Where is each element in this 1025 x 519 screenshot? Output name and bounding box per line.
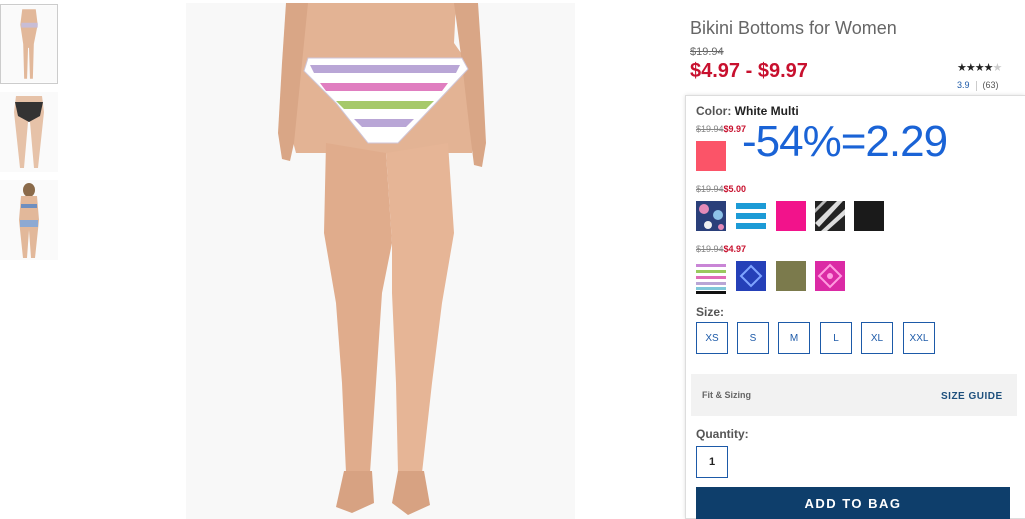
swatch-coral[interactable] (696, 141, 726, 171)
quantity-input[interactable]: 1 (696, 446, 728, 478)
tier-3-original-price: $19.94 (696, 244, 724, 254)
swatch-cobalt-geo[interactable] (736, 261, 766, 291)
product-title: Bikini Bottoms for Women (690, 18, 897, 38)
size-option-xl[interactable]: XL (861, 322, 893, 354)
main-product-image[interactable] (186, 3, 575, 519)
tier-1-original-price: $19.94 (696, 124, 724, 134)
swatch-olive[interactable] (776, 261, 806, 291)
selected-color-name: White Multi (734, 104, 799, 118)
thumbnail-black-bottom[interactable] (0, 92, 58, 172)
size-option-xxl[interactable]: XXL (903, 322, 935, 354)
rating-divider (975, 80, 977, 91)
discount-annotation: -54%=2.29 (742, 117, 948, 166)
rating-average[interactable]: 3.9 (957, 80, 970, 90)
original-price: $19.94 (690, 46, 724, 58)
swatch-navy-floral[interactable] (696, 201, 726, 231)
swatch-hot-pink[interactable] (776, 201, 806, 231)
color-label: Color: White Multi (696, 104, 799, 118)
tier-2-original-price: $19.94 (696, 184, 724, 194)
swatch-black[interactable] (854, 201, 884, 231)
fit-sizing-label: Fit & Sizing (702, 390, 751, 400)
price-tier-1: $19.94$9.97 (696, 124, 746, 134)
tier-2-sale-price: $5.00 (723, 184, 747, 194)
star-empty-icon: ★ (992, 62, 1002, 74)
price-tier-2: $19.94$5.00 (696, 184, 746, 194)
thumbnail-front[interactable] (0, 4, 58, 84)
swatch-white-multi[interactable] (696, 261, 726, 294)
price-tier-3: $19.94$4.97 (696, 244, 746, 254)
swatch-magenta-geo[interactable] (815, 261, 845, 291)
review-count[interactable]: (63) (983, 80, 999, 90)
swatch-blue-stripe[interactable] (736, 201, 766, 231)
rating-stars[interactable]: ★★★★★ (957, 61, 1002, 74)
add-to-bag-button[interactable]: ADD TO BAG (696, 487, 1010, 519)
tier-3-sale-price: $4.97 (723, 244, 747, 254)
sale-price: $4.97 - $9.97 (690, 60, 808, 82)
rating-summary: 3.9 (63) (957, 80, 999, 91)
star-filled-icon: ★★★★ (957, 62, 993, 74)
size-option-l[interactable]: L (820, 322, 852, 354)
quantity-label: Quantity: (696, 427, 749, 441)
size-option-m[interactable]: M (778, 322, 810, 354)
size-option-s[interactable]: S (737, 322, 769, 354)
swatch-black-white-print[interactable] (815, 201, 845, 231)
color-label-text: Color: (696, 104, 732, 118)
size-label: Size: (696, 305, 725, 319)
thumbnail-back[interactable] (0, 180, 58, 260)
size-option-xs[interactable]: XS (696, 322, 728, 354)
size-guide-link[interactable]: SIZE GUIDE (941, 391, 1003, 402)
